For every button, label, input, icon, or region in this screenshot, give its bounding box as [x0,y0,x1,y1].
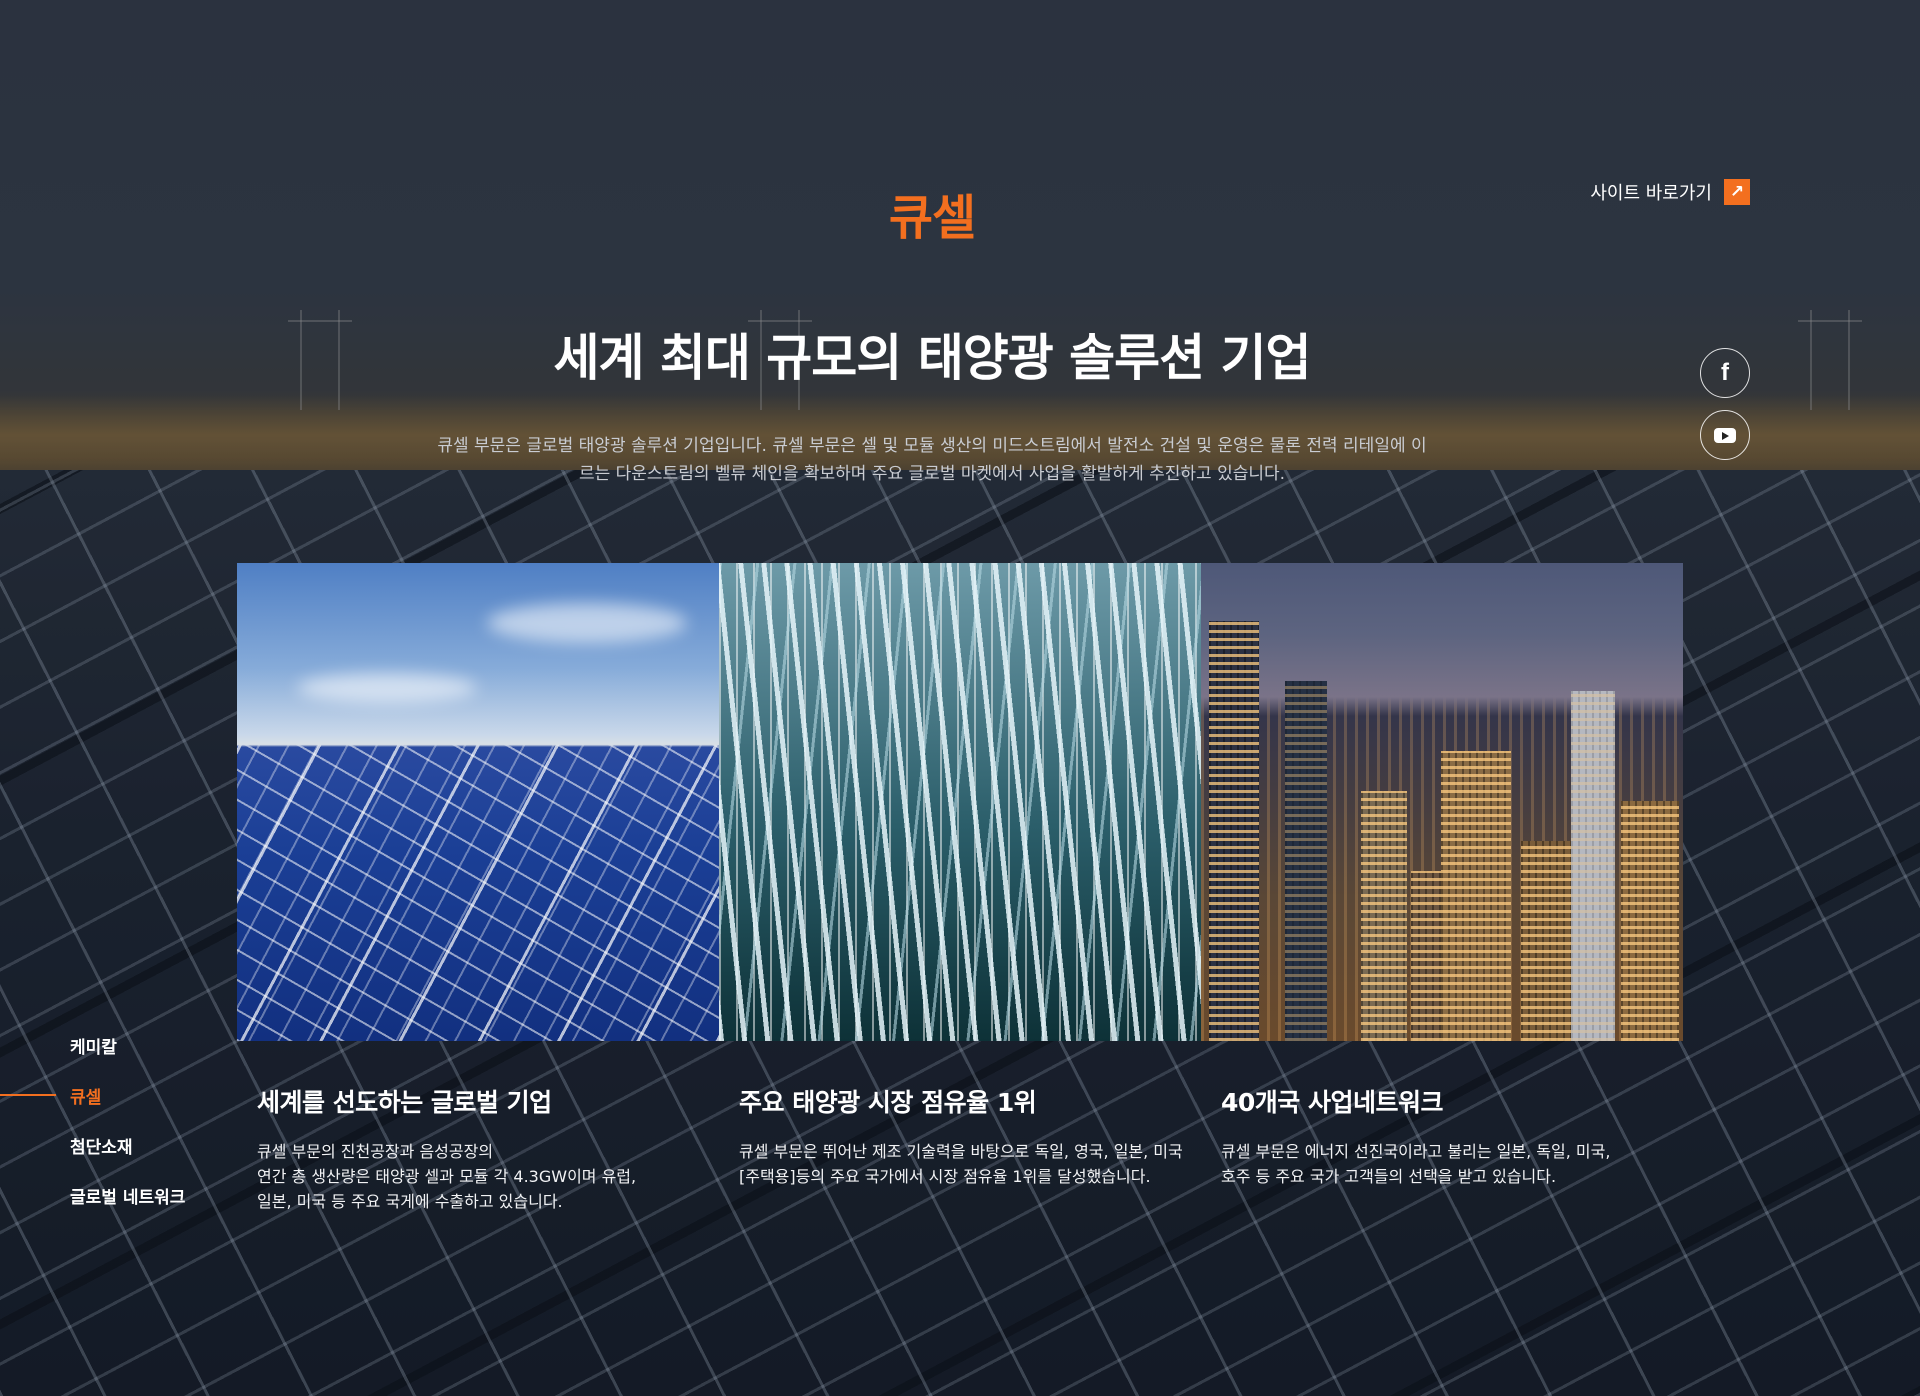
sidenav-item-advanced-materials[interactable]: 첨단소재 [0,1120,185,1170]
feature-card-desc: 큐셀 부문은 에너지 선진국이라고 불리는 일본, 독일, 미국, 호주 등 주… [1221,1142,1611,1186]
sidenav-item-label: 케미칼 [70,1037,117,1058]
feature-card: 주요 태양광 시장 점유율 1위 큐셀 부문은 뛰어난 제조 기술력을 바탕으로… [719,563,1201,1189]
sidenav-item-global-network[interactable]: 글로벌 네트워크 [0,1170,185,1220]
brand-title: 큐셀 [888,190,976,246]
sidenav-item-chemical[interactable]: 케미칼 [0,1020,185,1070]
facebook-icon: f [1721,359,1729,386]
site-shortcut-label: 사이트 바로가기 [1590,183,1712,204]
feature-card-title: 세계를 선도하는 글로벌 기업 [257,1088,552,1117]
feature-card: 40개국 사업네트워크 큐셀 부문은 에너지 선진국이라고 불리는 일본, 독일… [1201,563,1683,1189]
feature-card: 세계를 선도하는 글로벌 기업 큐셀 부문의 진천공장과 음성공장의 연간 총 … [237,563,719,1214]
solar-panels-image [237,563,719,1041]
youtube-icon [1714,427,1736,443]
sidenav-item-label: 글로벌 네트워크 [70,1187,186,1208]
city-skyline-image [1201,563,1683,1041]
youtube-button[interactable] [1700,410,1750,460]
page-lead-text: 큐셀 부문은 글로벌 태양광 솔루션 기업입니다. 큐셀 부문은 셀 및 모듈 … [437,436,1427,484]
facebook-button[interactable]: f [1700,348,1750,398]
feature-card-title: 40개국 사업네트워크 [1221,1088,1444,1117]
feature-card-desc: 큐셀 부문의 진천공장과 음성공장의 연간 총 생산량은 태양광 셀과 모듈 각… [257,1142,637,1211]
sidenav-item-label: 큐셀 [70,1087,102,1108]
arrow-up-right-icon: ↗ [1724,179,1750,205]
feature-card-title: 주요 태양광 시장 점유율 1위 [739,1088,1037,1117]
side-nav: 케미칼 큐셀 첨단소재 글로벌 네트워크 [0,1020,185,1220]
page-headline: 세계 최대 규모의 태양광 솔루션 기업 [553,329,1311,387]
sidenav-item-label: 첨단소재 [70,1137,133,1158]
feature-card-desc: 큐셀 부문은 뛰어난 제조 기술력을 바탕으로 독일, 영국, 일본, 미국 [… [739,1142,1183,1186]
sidenav-item-qcells[interactable]: 큐셀 [0,1070,185,1120]
light-streaks-image [719,563,1201,1041]
site-shortcut-link[interactable]: 사이트 바로가기 ↗ [1590,179,1750,205]
